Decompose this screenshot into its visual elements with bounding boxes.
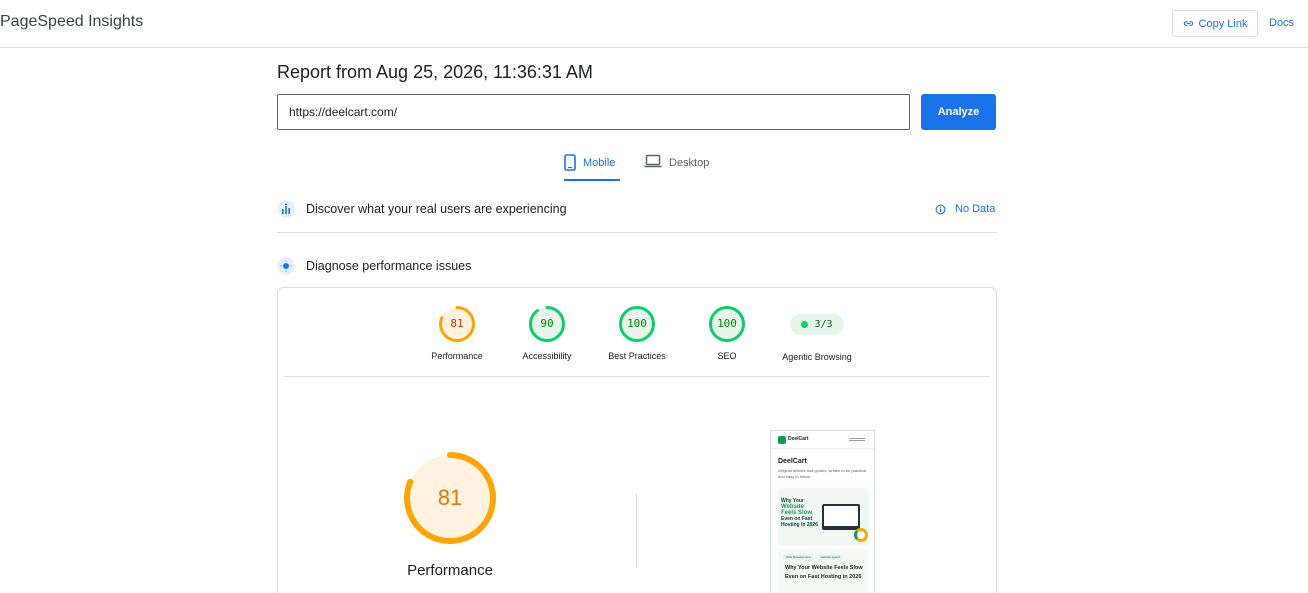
- no-data-label: No Data: [955, 203, 996, 215]
- seo-score: 100: [717, 317, 737, 330]
- thumb-brand: DeelCart: [778, 458, 807, 465]
- score-accessibility[interactable]: 90 Accessibility: [502, 305, 592, 361]
- lighthouse-icon: [277, 257, 295, 275]
- link-icon: [1183, 21, 1193, 26]
- score-seo[interactable]: 100 SEO: [682, 305, 772, 361]
- thumb-tags: Web Development website speed: [783, 554, 843, 560]
- app-title[interactable]: PageSpeed Insights: [0, 13, 143, 31]
- docs-link[interactable]: Docs: [1269, 17, 1294, 29]
- hero-line-4: Even on Fast Hosting in 2026: [781, 516, 818, 528]
- vertical-separator: [636, 494, 637, 568]
- agentic-browsing-badge[interactable]: 3/3: [790, 314, 844, 335]
- field-data-label: Discover what your real users are experi…: [306, 202, 567, 216]
- accessibility-score: 90: [540, 317, 554, 330]
- tab-mobile[interactable]: Mobile: [564, 151, 620, 181]
- score-best-practices[interactable]: 100 Best Practices: [592, 305, 682, 361]
- copy-link-label: Copy Link: [1198, 17, 1248, 30]
- agentic-browsing-label: Agentic Browsing: [782, 352, 852, 362]
- speed-gauge-icon: [854, 528, 868, 542]
- tab-desktop-label: Desktop: [669, 157, 710, 169]
- thumb-tag: website speed: [817, 554, 843, 560]
- performance-main-label: Performance: [407, 562, 493, 579]
- tab-desktop[interactable]: Desktop: [644, 151, 709, 181]
- no-data-status[interactable]: No Data: [935, 203, 995, 215]
- tab-mobile-label: Mobile: [583, 157, 616, 169]
- thumb-post-title: Why Your Website Feels Slow Even on Fast…: [785, 565, 863, 580]
- best-practices-label: Best Practices: [608, 351, 666, 361]
- analyze-button[interactable]: Analyze: [921, 94, 996, 130]
- section-divider: [277, 232, 997, 233]
- card-divider: [284, 376, 990, 377]
- accessibility-label: Accessibility: [522, 351, 572, 361]
- performance-main-score: 81: [437, 485, 463, 510]
- thumb-hero: Why Your Website Feels Slow Even on Fast…: [778, 488, 869, 546]
- page-screenshot: DeelCart DeelCart Original articles and …: [770, 430, 875, 593]
- report-title: Report from Aug 25, 2026, 11:36:31 AM: [277, 62, 593, 82]
- thumb-tag: Web Development: [783, 554, 814, 560]
- copy-link-button[interactable]: Copy Link: [1172, 10, 1258, 37]
- smartphone-icon: [564, 154, 576, 171]
- score-performance[interactable]: 81 Performance: [412, 305, 502, 361]
- thumb-hero-title: Why Your Website Feels Slow Even on Fast…: [781, 498, 821, 528]
- info-icon: [935, 204, 946, 214]
- seo-label: SEO: [717, 351, 737, 361]
- performance-score: 81: [450, 317, 464, 330]
- thumb-brand-small: DeelCart: [788, 436, 809, 442]
- url-input[interactable]: [277, 94, 910, 130]
- deelcart-logo-icon: [778, 436, 786, 444]
- menu-icon: [849, 438, 865, 441]
- laptop-illustration-icon: [822, 504, 860, 530]
- laptop-icon: [644, 154, 662, 168]
- pass-dot-icon: [801, 321, 809, 328]
- performance-label: Performance: [431, 351, 483, 361]
- thumb-tagline: Original articles and guides, written to…: [778, 468, 867, 479]
- best-practices-score: 100: [627, 317, 647, 330]
- top-bar: PageSpeed Insights Copy Link Docs: [0, 0, 1308, 48]
- lab-data-label: Diagnose performance issues: [306, 259, 472, 273]
- users-chart-icon: [277, 200, 295, 218]
- thumb-header: DeelCart: [771, 431, 874, 449]
- agentic-value: 3/3: [814, 319, 833, 330]
